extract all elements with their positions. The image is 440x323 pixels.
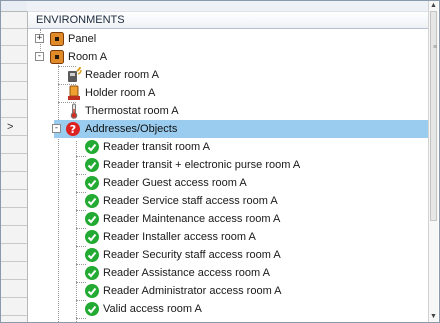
tree-node-label: Valid access room A <box>103 303 202 315</box>
tree-node-panel[interactable]: + Panel <box>28 30 430 48</box>
list-item[interactable]: Reader Installer access room A <box>28 228 430 246</box>
row-header-cell[interactable] <box>1 245 27 262</box>
holder-icon <box>66 85 82 101</box>
row-header-cell[interactable] <box>1 173 27 190</box>
row-header-cell[interactable] <box>1 29 27 46</box>
row-header-top <box>1 1 27 12</box>
check-icon <box>84 301 100 317</box>
list-item[interactable]: Reader transit room A <box>28 138 430 156</box>
row-header-cell[interactable] <box>1 281 27 298</box>
scrollbar-thumb[interactable]: ≡ <box>430 11 437 221</box>
room-icon <box>49 49 65 65</box>
row-header-cell[interactable] <box>1 299 27 316</box>
tree-node-label: Panel <box>68 33 97 45</box>
tree-node-label: Reader Service staff access room A <box>103 195 278 207</box>
current-row-arrow-icon: > <box>7 121 14 133</box>
list-item[interactable]: Reader Service staff access room A <box>28 192 430 210</box>
tree-node-label: Reader Security staff access room A <box>103 249 281 261</box>
tree-node-label: Reader Maintenance access room A <box>103 213 281 225</box>
check-icon <box>84 139 100 155</box>
panel-icon <box>49 31 65 47</box>
list-item[interactable]: Reader Administrator access room A <box>28 282 430 300</box>
row-header-cell[interactable] <box>1 101 27 118</box>
svg-text:?: ? <box>70 123 76 136</box>
scroll-up-icon[interactable]: ▲ <box>429 1 438 11</box>
check-icon <box>84 229 100 245</box>
tree-node-label: Reader transit + electronic purse room A <box>103 159 301 171</box>
row-header-cell[interactable] <box>1 227 27 244</box>
tree-node-label: Reader Assistance access room A <box>103 267 270 279</box>
tree-node-label: Reader Administrator access room A <box>103 285 282 297</box>
check-icon <box>84 175 100 191</box>
row-header-cell[interactable] <box>1 155 27 172</box>
row-header-cell[interactable] <box>1 263 27 280</box>
row-header-column: > <box>1 1 28 322</box>
reader-icon <box>66 66 82 83</box>
list-item[interactable]: Reader Guest access room A <box>28 174 430 192</box>
list-item[interactable]: Reader Security staff access room A <box>28 246 430 264</box>
tree-node-label: Room A <box>68 51 108 63</box>
check-icon <box>84 193 100 209</box>
tree-node-label: Reader room A <box>85 69 159 81</box>
tree-node-label: Reader transit room A <box>103 141 210 153</box>
environments-tree-grid: > ENVIRONMENTS + Panel - Room A Reader r… <box>0 0 440 323</box>
thermostat-icon <box>66 103 82 119</box>
tree-node-reader-room-a[interactable]: Reader room A <box>28 66 430 84</box>
row-header-cell[interactable] <box>1 83 27 100</box>
row-header-cell[interactable] <box>1 209 27 226</box>
tree-node-label: Addresses/Objects <box>85 123 178 135</box>
check-icon <box>84 247 100 263</box>
check-icon <box>84 157 100 173</box>
check-icon <box>84 265 100 281</box>
expand-panel-button[interactable]: + <box>35 34 44 43</box>
tree-node-label: Reader Guest access room A <box>103 177 247 189</box>
vertical-scrollbar[interactable]: ▲ ≡ ▼ <box>428 1 438 322</box>
tree-node-holder-room-a[interactable]: Holder room A <box>28 84 430 102</box>
tree-node-label: Holder room A <box>85 87 156 99</box>
row-header-cell[interactable] <box>1 65 27 82</box>
row-header-cell[interactable] <box>1 12 27 29</box>
tree-node-room-a[interactable]: - Room A <box>28 48 430 66</box>
tree-node-addresses-objects[interactable]: - ? Addresses/Objects <box>52 120 430 138</box>
collapse-room-a-button[interactable]: - <box>35 52 44 61</box>
scroll-down-icon[interactable]: ▼ <box>429 312 438 322</box>
tree-connector <box>76 318 86 319</box>
grip-icon: ≡ <box>433 44 438 51</box>
row-header-cell[interactable] <box>1 191 27 208</box>
column-header-environments[interactable]: ENVIRONMENTS <box>28 11 430 29</box>
list-item[interactable]: Valid access room A <box>28 300 430 318</box>
check-icon <box>84 283 100 299</box>
tree-node-thermostat-room-a[interactable]: Thermostat room A <box>28 102 430 120</box>
row-header-cell[interactable] <box>1 137 27 154</box>
tree-node-label: Thermostat room A <box>85 105 179 117</box>
list-item[interactable]: Reader Maintenance access room A <box>28 210 430 228</box>
list-item[interactable]: Reader Assistance access room A <box>28 264 430 282</box>
tree-view: + Panel - Room A Reader room A Holder ro… <box>28 29 430 322</box>
check-icon <box>84 211 100 227</box>
tree-node-label: Reader Installer access room A <box>103 231 256 243</box>
error-icon: ? <box>65 121 81 137</box>
collapse-addresses-button[interactable]: - <box>52 124 61 133</box>
row-header-cell[interactable]: > <box>1 119 27 136</box>
row-header-cell[interactable] <box>1 47 27 64</box>
list-item[interactable]: Reader transit + electronic purse room A <box>28 156 430 174</box>
